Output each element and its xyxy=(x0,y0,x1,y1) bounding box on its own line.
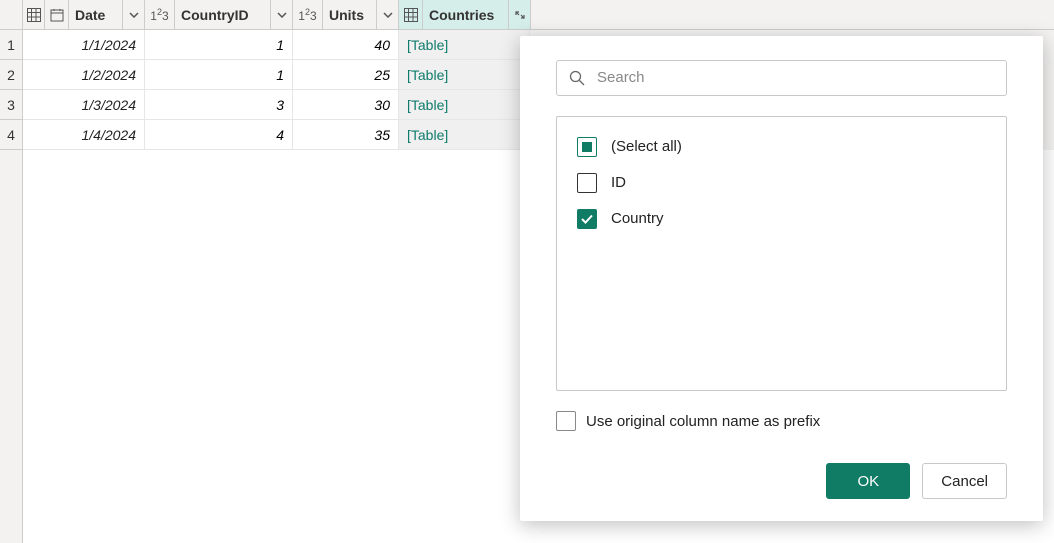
prefix-option[interactable]: Use original column name as prefix xyxy=(556,411,1007,431)
search-input[interactable] xyxy=(595,68,994,87)
column-header-units[interactable]: 123 Units xyxy=(293,0,399,30)
select-all-item[interactable]: (Select all) xyxy=(573,129,990,165)
prefix-checkbox[interactable] xyxy=(556,411,576,431)
cell-countryid[interactable]: 3 xyxy=(145,90,293,120)
row-gutter xyxy=(0,150,23,543)
expand-column-button[interactable] xyxy=(508,0,530,29)
cell-countryid[interactable]: 1 xyxy=(145,60,293,90)
cell-countries[interactable]: [Table] xyxy=(399,90,530,120)
chevron-down-icon xyxy=(383,12,393,18)
search-box[interactable] xyxy=(556,60,1007,96)
cell-countries[interactable]: [Table] xyxy=(399,120,530,150)
ok-button[interactable]: OK xyxy=(826,463,910,499)
row-number: 1 xyxy=(0,30,23,60)
chevron-down-icon xyxy=(129,12,139,18)
prefix-label: Use original column name as prefix xyxy=(586,413,820,430)
column-filter-dropdown[interactable] xyxy=(122,0,144,29)
cell-date[interactable]: 1/2/2024 xyxy=(23,60,145,90)
cell-countryid[interactable]: 1 xyxy=(145,30,293,60)
field-label: Country xyxy=(611,210,664,227)
table-type-icon xyxy=(399,0,423,29)
field-item-country[interactable]: Country xyxy=(573,201,990,237)
select-all-checkbox[interactable] xyxy=(577,137,597,157)
column-header-date[interactable]: Date xyxy=(45,0,145,30)
column-label: Units xyxy=(323,7,376,23)
column-label: Date xyxy=(69,7,122,23)
number-type-icon: 123 xyxy=(293,0,323,29)
column-filter-dropdown[interactable] xyxy=(270,0,292,29)
field-list: (Select all) ID Country xyxy=(556,116,1007,391)
cell-date[interactable]: 1/1/2024 xyxy=(23,30,145,60)
date-type-icon xyxy=(45,0,69,29)
dialog-buttons: OK Cancel xyxy=(556,463,1007,499)
check-icon xyxy=(580,212,594,226)
cancel-button[interactable]: Cancel xyxy=(922,463,1007,499)
expand-columns-popup: (Select all) ID Country Use original col… xyxy=(520,36,1043,521)
column-filter-dropdown[interactable] xyxy=(376,0,398,29)
row-number: 3 xyxy=(0,90,23,120)
column-label: Countries xyxy=(423,7,508,23)
row-number: 2 xyxy=(0,60,23,90)
column-label: CountryID xyxy=(175,7,270,23)
cell-date[interactable]: 1/4/2024 xyxy=(23,120,145,150)
cell-countries[interactable]: [Table] xyxy=(399,60,530,90)
number-type-icon: 123 xyxy=(145,0,175,29)
select-all-label: (Select all) xyxy=(611,138,682,155)
column-header-countries[interactable]: Countries xyxy=(399,0,531,30)
grid-header-row: Date 123 CountryID 123 Units xyxy=(0,0,1054,30)
cell-units[interactable]: 30 xyxy=(293,90,399,120)
field-label: ID xyxy=(611,174,626,191)
column-header-countryid[interactable]: 123 CountryID xyxy=(145,0,293,30)
cell-countryid[interactable]: 4 xyxy=(145,120,293,150)
field-checkbox[interactable] xyxy=(577,209,597,229)
cell-units[interactable]: 40 xyxy=(293,30,399,60)
expand-icon xyxy=(513,9,527,21)
search-icon xyxy=(569,70,585,86)
row-number: 4 xyxy=(0,120,23,150)
cell-countries[interactable]: [Table] xyxy=(399,30,530,60)
select-all-rows-button[interactable] xyxy=(23,0,45,30)
cell-units[interactable]: 35 xyxy=(293,120,399,150)
chevron-down-icon xyxy=(277,12,287,18)
header-spacer xyxy=(531,0,1054,30)
field-checkbox[interactable] xyxy=(577,173,597,193)
table-icon xyxy=(27,8,41,22)
row-index-header xyxy=(0,0,23,30)
field-item-id[interactable]: ID xyxy=(573,165,990,201)
cell-date[interactable]: 1/3/2024 xyxy=(23,90,145,120)
cell-units[interactable]: 25 xyxy=(293,60,399,90)
